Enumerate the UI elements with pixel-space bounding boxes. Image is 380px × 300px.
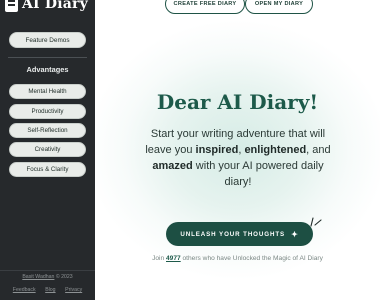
cta-label: UNLEASH YOUR THOUGHTS: [180, 230, 286, 238]
sidebar-item-focus-clarity[interactable]: Focus & Clarity: [9, 162, 86, 177]
sidebar-divider: [8, 57, 87, 58]
sidebar-item-self-reflection[interactable]: Self-Reflection: [9, 123, 86, 138]
sidebar-item-creativity[interactable]: Creativity: [9, 142, 86, 157]
sidebar: AI Diary Feature Demos Advantages Mental…: [0, 0, 95, 300]
author-link[interactable]: Basit Wadhan: [22, 274, 54, 280]
sparkle-icon: ✦: [291, 229, 299, 239]
join-count[interactable]: 4977: [166, 255, 181, 262]
main-hero: CREATE FREE DIARY OPEN MY DIARY Dear AI …: [95, 0, 380, 300]
brand-name: AI Diary: [22, 0, 88, 12]
spark-lines-icon: [310, 217, 322, 227]
feature-demos-button[interactable]: Feature Demos: [9, 32, 86, 48]
advantages-heading: Advantages: [26, 65, 69, 74]
copyright-year: © 2023: [54, 274, 73, 280]
sidebar-item-mental-health[interactable]: Mental Health: [9, 84, 86, 99]
footer-links: Feedback Blog Privacy: [0, 287, 95, 293]
footer-divider: [0, 270, 95, 271]
privacy-link[interactable]: Privacy: [65, 287, 82, 293]
copyright: Basit Wadhan © 2023: [0, 274, 95, 280]
open-my-diary-button[interactable]: OPEN MY DIARY: [245, 0, 313, 14]
page-title: Dear AI Diary!: [156, 90, 319, 114]
tagline: Start your writing adventure that will l…: [145, 128, 331, 188]
unleash-thoughts-button[interactable]: UNLEASH YOUR THOUGHTS ✦: [166, 222, 313, 246]
brand[interactable]: AI Diary: [0, 0, 95, 19]
join-count-text: Join 4977 others who have Unlocked the M…: [152, 255, 323, 262]
sidebar-item-productivity[interactable]: Productivity: [9, 104, 86, 119]
feedback-link[interactable]: Feedback: [13, 287, 36, 293]
create-free-diary-button[interactable]: CREATE FREE DIARY: [165, 0, 245, 14]
blog-link[interactable]: Blog: [45, 287, 55, 293]
book-logo-icon: [5, 0, 18, 12]
